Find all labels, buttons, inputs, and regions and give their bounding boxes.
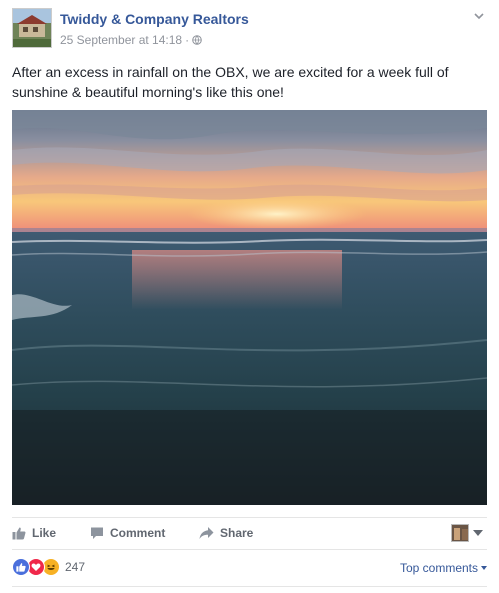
like-button[interactable]: Like xyxy=(12,519,56,547)
post-photo[interactable] xyxy=(12,110,487,505)
like-icon xyxy=(12,558,30,576)
post-as-avatar xyxy=(451,524,469,542)
top-comments-dropdown[interactable]: Top comments xyxy=(400,561,487,575)
share-button[interactable]: Share xyxy=(199,519,253,547)
comment-icon xyxy=(91,527,103,539)
top-comments-label: Top comments xyxy=(399,561,478,575)
thumbs-up-icon xyxy=(12,527,26,540)
share-arrow-icon xyxy=(199,527,214,539)
chevron-down-icon xyxy=(473,530,483,536)
post-as-selector[interactable] xyxy=(451,523,483,543)
post-meta: 25 September at 14:18 · xyxy=(60,33,202,47)
comment-label: Comment xyxy=(110,526,166,540)
post-timestamp[interactable]: 25 September at 14:18 xyxy=(60,33,182,47)
post-text: After an excess in rainfall on the OBX, … xyxy=(12,64,449,100)
post-header: Twiddy & Company Realtors 25 September a… xyxy=(12,8,487,50)
actions-top-divider xyxy=(12,517,487,518)
page-avatar[interactable] xyxy=(12,8,52,48)
reaction-count: 247 xyxy=(65,560,86,574)
actions-bottom-divider xyxy=(12,549,487,550)
share-label: Share xyxy=(220,526,254,540)
like-label: Like xyxy=(32,526,57,540)
meta-separator: · xyxy=(185,33,190,47)
comments-divider xyxy=(12,586,487,587)
chevron-down-icon xyxy=(481,566,487,570)
post-options-chevron-icon[interactable] xyxy=(471,8,487,24)
post-actions-bar: Like Comment Share xyxy=(12,519,487,547)
page-name-link[interactable]: Twiddy & Company Realtors xyxy=(60,11,249,27)
globe-icon[interactable] xyxy=(192,35,202,45)
reaction-summary[interactable]: 247 xyxy=(12,558,85,576)
comment-button[interactable]: Comment xyxy=(90,519,165,547)
